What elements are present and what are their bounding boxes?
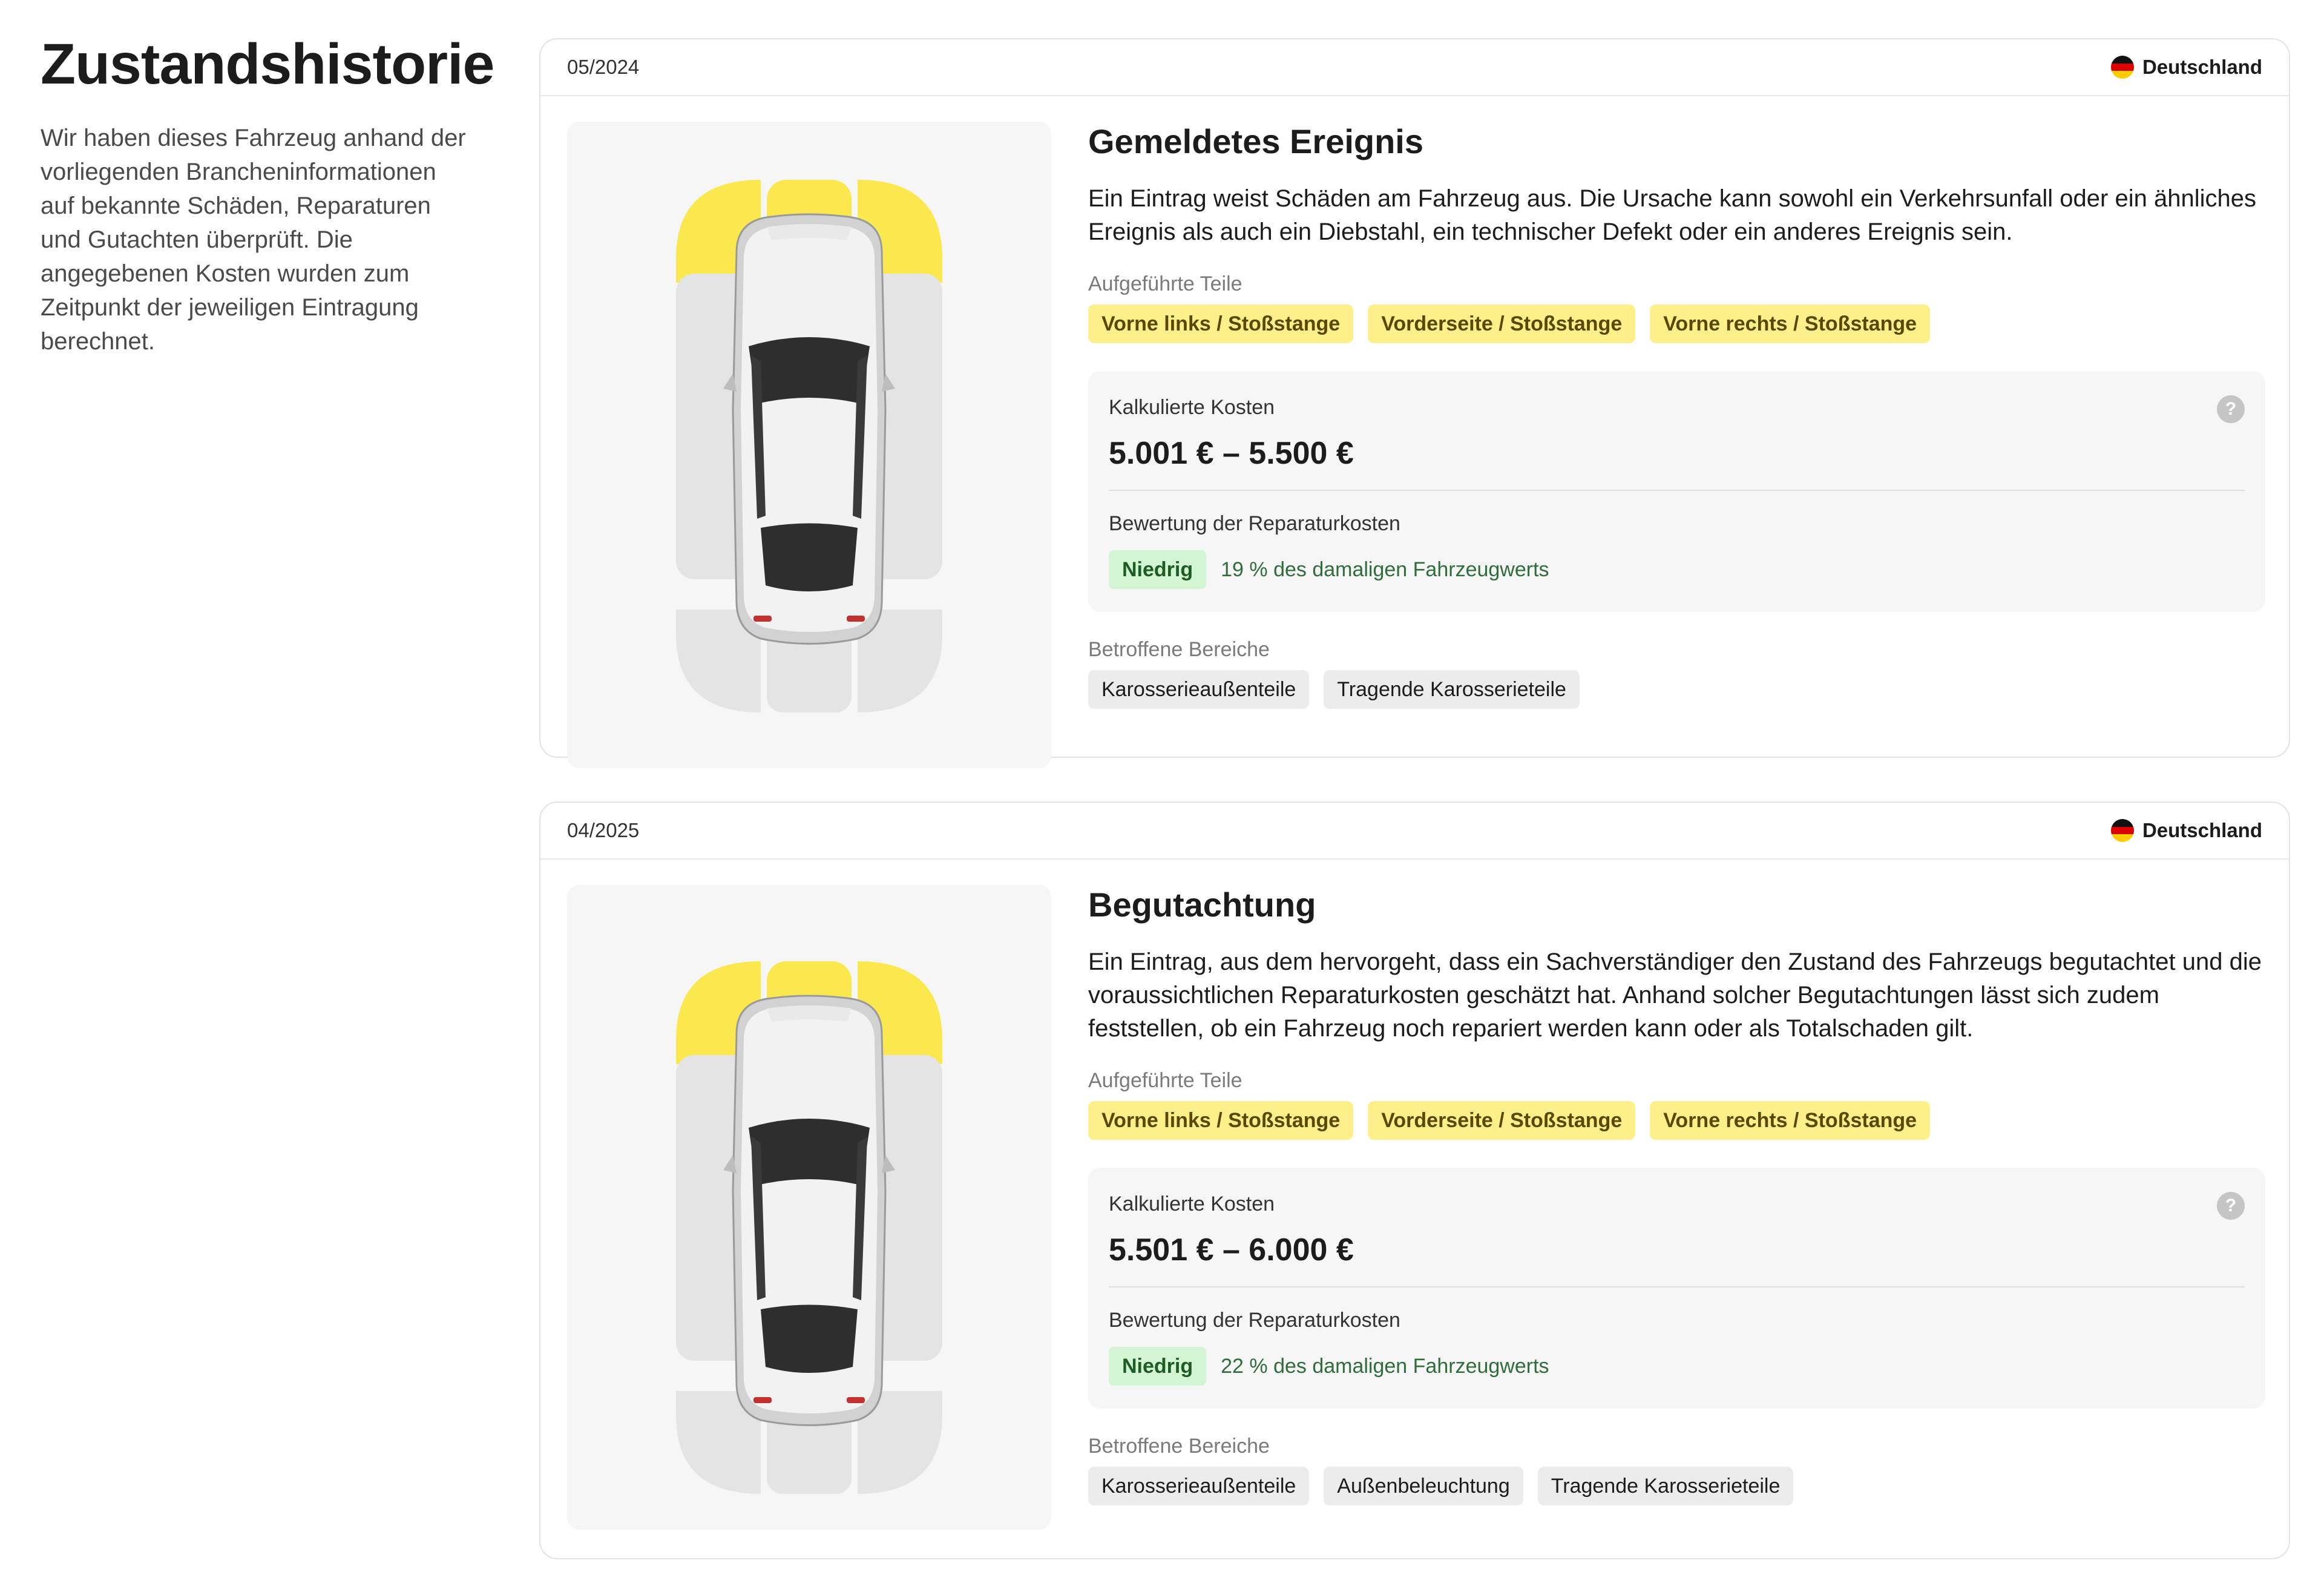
area-chip: Karosserieaußenteile bbox=[1088, 670, 1310, 709]
part-chip: Vorderseite / Stoßstange bbox=[1368, 1101, 1636, 1140]
evaluation-text: 19 % des damaligen Fahrzeugwerts bbox=[1221, 558, 1549, 581]
event-title: Gemeldetes Ereignis bbox=[1088, 122, 1424, 160]
area-chip: Außenbeleuchtung bbox=[1324, 1467, 1523, 1505]
area-chip: Karosserieaußenteile bbox=[1088, 1467, 1310, 1505]
germany-flag-icon bbox=[2110, 56, 2134, 79]
event-content: Gemeldetes Ereignis Ein Eintrag weist Sc… bbox=[1088, 122, 2265, 709]
cost-panel: Kalkulierte Kosten 5.501 € – 6.000 € ? B… bbox=[1088, 1168, 2265, 1409]
evaluation-label: Bewertung der Reparaturkosten bbox=[1109, 1309, 1400, 1332]
cost-value: 5.001 € – 5.500 € bbox=[1109, 436, 1354, 471]
event-country: Deutschland bbox=[2110, 819, 2262, 842]
part-chip: Vorne rechts / Stoßstange bbox=[1650, 1101, 1931, 1140]
page: Zustandshistorie Wir haben dieses Fahrze… bbox=[0, 0, 2324, 1569]
evaluation-text: 22 % des damaligen Fahrzeugwerts bbox=[1221, 1354, 1549, 1378]
evaluation-badge: Niedrig bbox=[1109, 1347, 1207, 1386]
area-chip: Tragende Karosserieteile bbox=[1324, 670, 1580, 709]
evaluation-row: Niedrig 19 % des damaligen Fahrzeugwerts bbox=[1109, 550, 2245, 612]
cost-label: Kalkulierte Kosten bbox=[1109, 396, 1275, 419]
page-title: Zustandshistorie bbox=[41, 32, 494, 96]
vehicle-damage-diagram bbox=[567, 122, 1051, 768]
card-header: 04/2025 Deutschland bbox=[540, 803, 2289, 860]
question-icon[interactable]: ? bbox=[2217, 395, 2245, 423]
country-label: Deutschland bbox=[2142, 56, 2262, 78]
evaluation-row: Niedrig 22 % des damaligen Fahrzeugwerts bbox=[1109, 1347, 2245, 1409]
divider bbox=[1109, 1286, 2245, 1288]
vehicle-damage-diagram bbox=[567, 885, 1051, 1530]
cost-panel: Kalkulierte Kosten 5.001 € – 5.500 € ? B… bbox=[1088, 371, 2265, 612]
card-header: 05/2024 Deutschland bbox=[540, 39, 2289, 96]
areas-list: Karosserieaußenteile Tragende Karosserie… bbox=[1088, 670, 2265, 709]
event-date: 04/2025 bbox=[567, 819, 640, 841]
event-description: Ein Eintrag, aus dem hervorgeht, dass ei… bbox=[1088, 949, 2262, 1042]
page-description: Wir haben dieses Fahrzeug anhand der vor… bbox=[41, 125, 466, 355]
cost-value: 5.501 € – 6.000 € bbox=[1109, 1232, 1354, 1268]
event-date: 05/2024 bbox=[567, 56, 640, 78]
areas-label: Betroffene Bereiche bbox=[1088, 638, 1270, 661]
parts-list: Vorne links / Stoßstange Vorderseite / S… bbox=[1088, 1101, 2265, 1140]
event-title: Begutachtung bbox=[1088, 886, 1316, 924]
car-body bbox=[723, 213, 895, 645]
car-body bbox=[723, 995, 895, 1426]
part-chip: Vorne links / Stoßstange bbox=[1088, 304, 1354, 343]
parts-label: Aufgeführte Teile bbox=[1088, 1069, 1242, 1092]
evaluation-badge: Niedrig bbox=[1109, 550, 1207, 589]
car-top-view-icon bbox=[676, 180, 942, 712]
areas-label: Betroffene Bereiche bbox=[1088, 1435, 1270, 1458]
part-chip: Vorne rechts / Stoßstange bbox=[1650, 304, 1931, 343]
event-content: Begutachtung Ein Eintrag, aus dem hervor… bbox=[1088, 885, 2265, 1505]
part-chip: Vorne links / Stoßstange bbox=[1088, 1101, 1354, 1140]
divider bbox=[1109, 490, 2245, 491]
part-chip: Vorderseite / Stoßstange bbox=[1368, 304, 1636, 343]
areas-list: Karosserieaußenteile Außenbeleuchtung Tr… bbox=[1088, 1467, 2265, 1505]
evaluation-label: Bewertung der Reparaturkosten bbox=[1109, 512, 1400, 535]
germany-flag-icon bbox=[2110, 819, 2134, 842]
area-chip: Tragende Karosserieteile bbox=[1537, 1467, 1794, 1505]
event-country: Deutschland bbox=[2110, 56, 2262, 79]
country-label: Deutschland bbox=[2142, 819, 2262, 841]
parts-label: Aufgeführte Teile bbox=[1088, 272, 1242, 295]
cost-label: Kalkulierte Kosten bbox=[1109, 1192, 1275, 1215]
event-description: Ein Eintrag weist Schäden am Fahrzeug au… bbox=[1088, 185, 2256, 245]
history-card: 04/2025 Deutschland Begutachtung Ein Ein… bbox=[539, 801, 2290, 1559]
parts-list: Vorne links / Stoßstange Vorderseite / S… bbox=[1088, 304, 2265, 343]
history-card: 05/2024 Deutschland Gemeldetes Ereignis … bbox=[539, 38, 2290, 768]
sidebar: Zustandshistorie Wir haben dieses Fahrze… bbox=[41, 30, 494, 358]
car-top-view-icon bbox=[676, 961, 942, 1494]
question-icon[interactable]: ? bbox=[2217, 1192, 2245, 1220]
